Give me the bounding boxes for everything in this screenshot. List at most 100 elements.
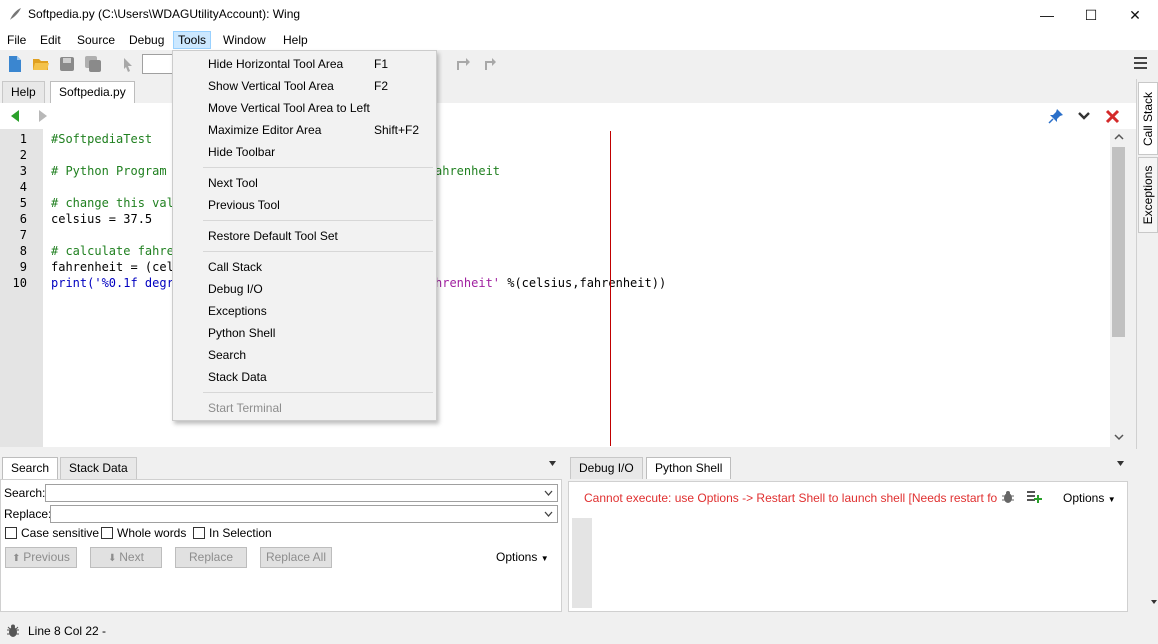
- in-selection-checkbox[interactable]: [193, 527, 205, 539]
- tab-search[interactable]: Search: [2, 457, 59, 479]
- menu-item-label: Search: [208, 348, 247, 362]
- panel-menu-caret-icon[interactable]: [548, 460, 557, 467]
- menu-tools[interactable]: Tools: [173, 31, 212, 49]
- bug-icon[interactable]: [1001, 490, 1015, 504]
- menu-maximize-editor-area[interactable]: Maximize Editor Area Shift+F2: [174, 119, 435, 141]
- menu-hide-toolbar[interactable]: Hide Toolbar: [174, 141, 435, 163]
- menu-exceptions[interactable]: Exceptions: [174, 300, 435, 322]
- menu-edit[interactable]: Edit: [36, 31, 65, 49]
- scroll-down-icon[interactable]: [1150, 599, 1158, 605]
- menu-file[interactable]: File: [3, 31, 30, 49]
- menu-stack-data[interactable]: Stack Data: [174, 366, 435, 388]
- menu-bar: File Edit Source Debug Tools Window Help: [0, 30, 1158, 50]
- forward-arrow-icon[interactable]: [36, 109, 50, 123]
- line-number: 2: [19, 148, 27, 162]
- shell-options-button[interactable]: Options ▼: [1063, 491, 1116, 505]
- menu-search[interactable]: Search: [174, 344, 435, 366]
- tab-exceptions[interactable]: Exceptions: [1138, 157, 1158, 233]
- tools-dropdown-menu: Hide Horizontal Tool Area F1 Show Vertic…: [172, 50, 437, 421]
- menu-next-tool[interactable]: Next Tool: [174, 172, 435, 194]
- hamburger-menu-icon[interactable]: [1134, 57, 1147, 69]
- window-title: Softpedia.py (C:\Users\WDAGUtilityAccoun…: [28, 7, 301, 21]
- next-label: Next: [119, 550, 144, 564]
- tab-help[interactable]: Help: [2, 81, 45, 103]
- select-pointer-icon[interactable]: [118, 55, 136, 73]
- replace-button[interactable]: Replace: [175, 547, 247, 568]
- python-shell-body[interactable]: Cannot execute: use Options -> Restart S…: [568, 481, 1128, 612]
- menu-item-label: Exceptions: [208, 304, 267, 318]
- chevron-down-icon[interactable]: [544, 490, 553, 496]
- replace-all-button[interactable]: Replace All: [260, 547, 332, 568]
- step-out-icon[interactable]: [480, 55, 498, 73]
- menu-item-label: Next Tool: [208, 176, 258, 190]
- whole-words-checkbox[interactable]: [101, 527, 113, 539]
- save-all-icon[interactable]: [84, 55, 102, 73]
- menu-call-stack[interactable]: Call Stack: [174, 256, 435, 278]
- close-editor-icon[interactable]: [1105, 109, 1120, 124]
- menu-item-label: Debug I/O: [208, 282, 263, 296]
- list-add-icon[interactable]: [1026, 490, 1042, 504]
- toolbar-search-input[interactable]: [142, 54, 176, 74]
- code-line: # calculate fahren: [51, 244, 182, 258]
- scroll-up-icon[interactable]: [1114, 133, 1124, 141]
- replace-input[interactable]: [50, 505, 558, 523]
- menu-item-label: Previous Tool: [208, 198, 280, 212]
- menu-hide-horizontal-tool-area[interactable]: Hide Horizontal Tool Area F1: [174, 53, 435, 75]
- code-line: # change this valu: [51, 196, 182, 210]
- code-line: fahrenheit = (cels: [51, 260, 182, 274]
- bug-status-icon[interactable]: [5, 623, 21, 639]
- search-options-label: Options: [496, 550, 538, 564]
- code-editor[interactable]: 1 2 3 4 5 6 7 8 9 10 #SoftpediaTest # Py…: [0, 129, 1128, 447]
- next-button[interactable]: ⬇ Next: [90, 547, 162, 568]
- search-input[interactable]: [45, 484, 558, 502]
- scroll-down-icon[interactable]: [1114, 433, 1124, 441]
- case-sensitive-checkbox[interactable]: [5, 527, 17, 539]
- step-over-icon[interactable]: [454, 55, 472, 73]
- code-line: print('%0.1f degre: [51, 276, 182, 290]
- back-arrow-icon[interactable]: [8, 109, 22, 123]
- replace-label: Replace:: [4, 507, 52, 521]
- menu-item-label: Show Vertical Tool Area: [208, 79, 334, 93]
- menu-show-vertical-tool-area[interactable]: Show Vertical Tool Area F2: [174, 75, 435, 97]
- menu-restore-default-tool-set[interactable]: Restore Default Tool Set: [174, 225, 435, 247]
- search-panel-body: Search: Replace: Case sensitive Whole wo…: [0, 479, 562, 612]
- edge-guide-line: [610, 131, 611, 446]
- menu-item-label: Call Stack: [208, 260, 263, 274]
- save-icon[interactable]: [58, 55, 76, 73]
- tab-call-stack[interactable]: Call Stack: [1138, 82, 1158, 155]
- tab-debug-io[interactable]: Debug I/O: [570, 457, 643, 479]
- menu-item-label: Hide Horizontal Tool Area: [208, 57, 344, 71]
- open-folder-icon[interactable]: [32, 55, 50, 73]
- line-number: 1: [19, 132, 27, 146]
- menu-help[interactable]: Help: [279, 31, 312, 49]
- menu-debug[interactable]: Debug: [125, 31, 168, 49]
- menu-separator: [203, 220, 433, 221]
- search-label: Search:: [4, 486, 46, 500]
- minimize-button[interactable]: —: [1024, 0, 1070, 30]
- chevron-down-icon[interactable]: [1077, 110, 1091, 122]
- menu-window[interactable]: Window: [219, 31, 270, 49]
- menu-item-shortcut: F1: [374, 57, 389, 71]
- shell-gutter: [572, 518, 592, 608]
- previous-button[interactable]: ⬆ Previous: [5, 547, 77, 568]
- close-window-button[interactable]: ✕: [1112, 0, 1158, 30]
- menu-python-shell[interactable]: Python Shell: [174, 322, 435, 344]
- new-file-icon[interactable]: [6, 55, 24, 73]
- maximize-button[interactable]: ☐: [1068, 0, 1114, 30]
- menu-debug-io[interactable]: Debug I/O: [174, 278, 435, 300]
- menu-item-label: Maximize Editor Area: [208, 123, 322, 137]
- pin-icon[interactable]: [1048, 108, 1064, 124]
- search-options-button[interactable]: Options ▼: [496, 550, 549, 564]
- menu-source[interactable]: Source: [73, 31, 119, 49]
- wing-feather-icon: [10, 8, 21, 20]
- tab-stack-data[interactable]: Stack Data: [60, 457, 137, 479]
- scrollbar-thumb[interactable]: [1112, 147, 1125, 337]
- menu-move-vertical-tool-area-left[interactable]: Move Vertical Tool Area to Left: [174, 97, 435, 119]
- tab-softpedia-py[interactable]: Softpedia.py: [50, 81, 135, 103]
- editor-scrollbar[interactable]: [1110, 129, 1128, 447]
- cursor-position: Line 8 Col 22 -: [28, 624, 107, 638]
- chevron-down-icon[interactable]: [544, 511, 553, 517]
- panel-menu-caret-icon[interactable]: [1116, 460, 1125, 467]
- menu-previous-tool[interactable]: Previous Tool: [174, 194, 435, 216]
- tab-python-shell[interactable]: Python Shell: [646, 457, 732, 479]
